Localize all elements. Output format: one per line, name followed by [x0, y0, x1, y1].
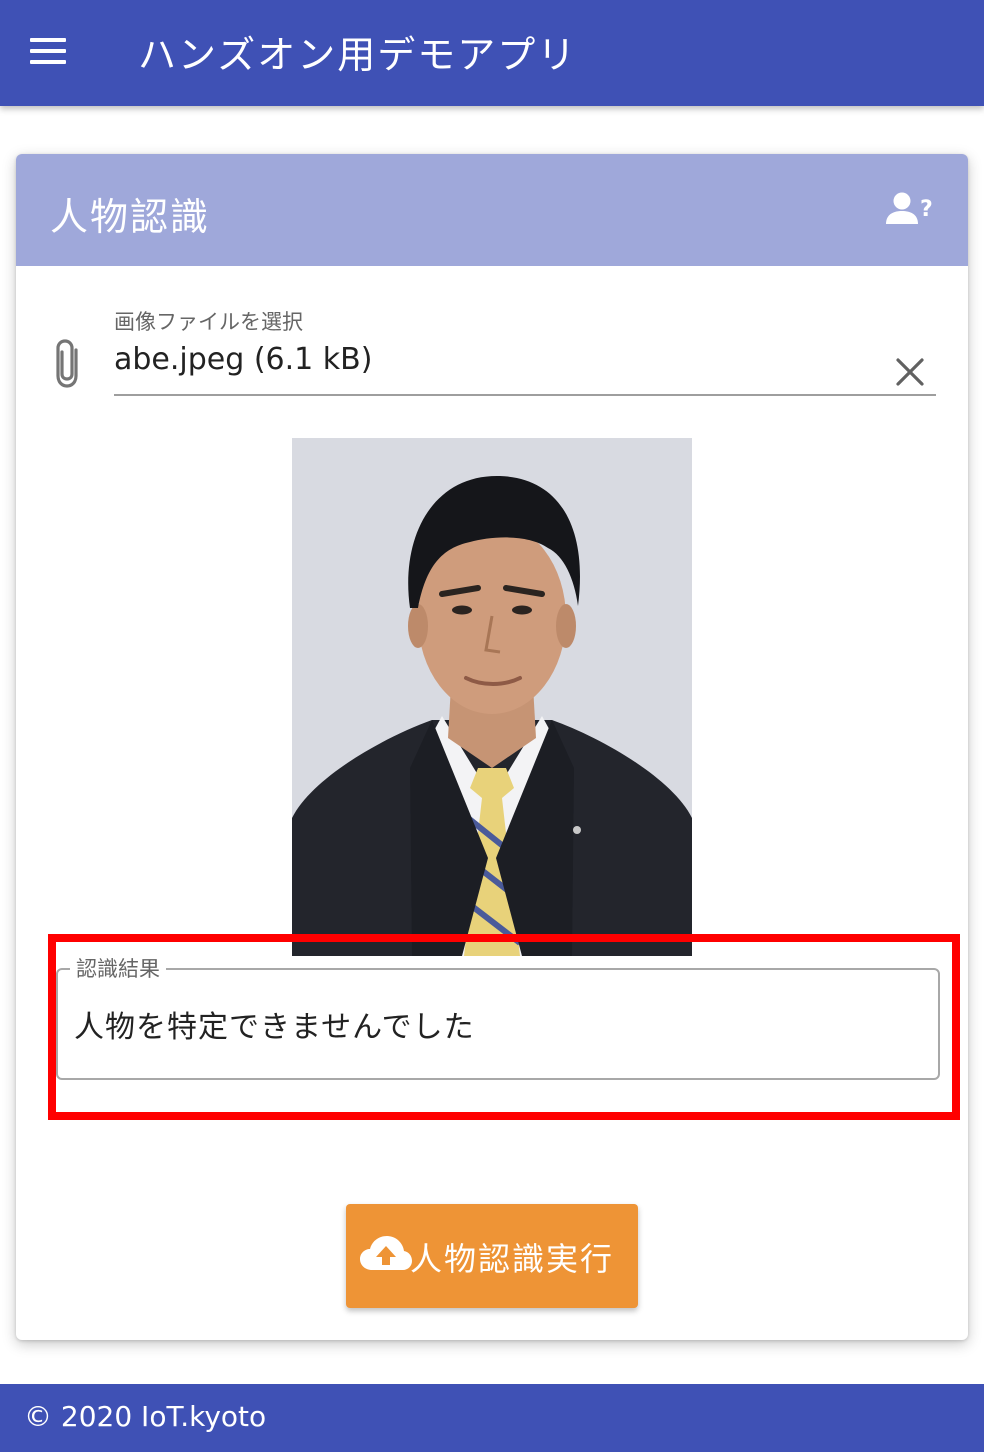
- result-highlight-box: 認識結果 人物を特定できませんでした: [48, 934, 960, 1120]
- result-value[interactable]: 人物を特定できませんでした: [74, 1002, 475, 1046]
- person-recognition-card: 人物認識 ? 画像ファイルを選択 abe.jpeg (6.1 kB) 認識結果 …: [16, 154, 968, 1340]
- svg-text:?: ?: [920, 197, 933, 222]
- uploaded-image-preview: [292, 438, 692, 956]
- copyright-text: © 2020 IoT.kyoto: [24, 1400, 267, 1433]
- app-bar: ハンズオン用デモアプリ: [0, 0, 984, 106]
- file-input-underline: [114, 394, 936, 396]
- run-recognition-button[interactable]: 人物認識実行: [346, 1204, 638, 1308]
- file-input-label: 画像ファイルを選択: [114, 310, 303, 334]
- result-label: 認識結果: [70, 953, 166, 983]
- run-button-label: 人物認識実行: [410, 1240, 615, 1278]
- paperclip-icon[interactable]: [54, 338, 90, 390]
- card-title: 人物認識: [50, 195, 211, 239]
- footer: © 2020 IoT.kyoto: [0, 1384, 984, 1452]
- cloud-upload-icon: [360, 1234, 412, 1274]
- person-question-icon[interactable]: ?: [886, 190, 938, 230]
- close-icon[interactable]: [894, 356, 926, 388]
- file-input[interactable]: 画像ファイルを選択 abe.jpeg (6.1 kB): [16, 266, 968, 446]
- app-title: ハンズオン用デモアプリ: [138, 33, 578, 77]
- card-header: 人物認識 ?: [16, 154, 968, 266]
- file-input-value[interactable]: abe.jpeg (6.1 kB): [114, 342, 372, 377]
- result-field[interactable]: 認識結果 人物を特定できませんでした: [56, 953, 940, 1080]
- menu-icon[interactable]: [28, 36, 68, 66]
